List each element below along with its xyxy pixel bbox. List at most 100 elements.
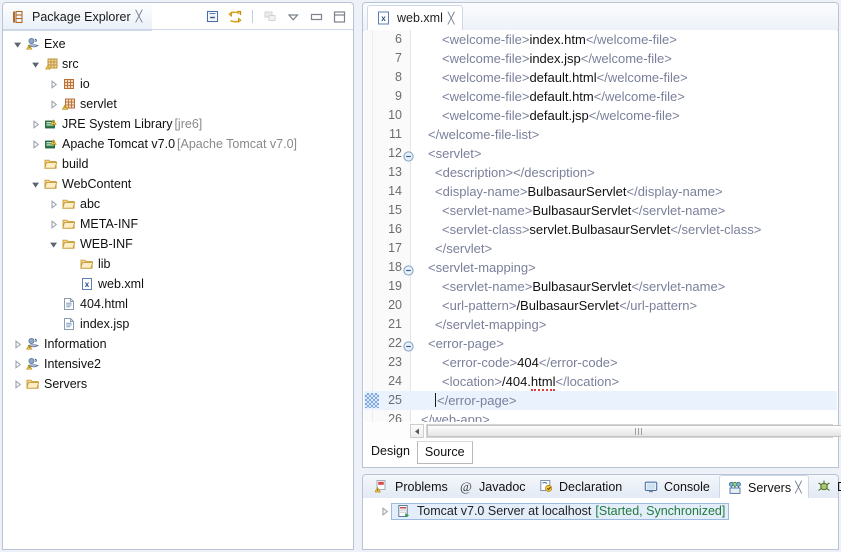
chevron-down-icon[interactable]: [11, 39, 24, 50]
scrollbar-thumb[interactable]: [427, 425, 841, 437]
chevron-right-icon[interactable]: [47, 199, 60, 210]
collapse-all-icon[interactable]: [204, 9, 220, 25]
code-line[interactable]: 25 </error-page>: [364, 391, 837, 410]
code-line[interactable]: 19 <servlet-name>BulbasaurServlet</servle…: [364, 277, 837, 296]
code-line[interactable]: 10 <welcome-file>default.jsp</welcome-fil…: [364, 106, 837, 125]
code-line[interactable]: 22 <error-page>: [364, 334, 837, 353]
maximize-icon[interactable]: [331, 9, 347, 25]
chevron-right-icon[interactable]: [29, 139, 42, 150]
tree-item-build[interactable]: build: [3, 154, 353, 174]
tree-item-servlet[interactable]: servlet: [3, 94, 353, 114]
tree-item-web-xml[interactable]: x web.xml: [3, 274, 353, 294]
bottom-view-stack: Problems @ Javadoc Declaration Console Server…: [362, 474, 841, 550]
tree-item-web-inf[interactable]: WEB-INF: [3, 234, 353, 254]
tree-item-io[interactable]: io: [3, 74, 353, 94]
tree-item-src[interactable]: src: [3, 54, 353, 74]
tab-web-xml[interactable]: x web.xml ╳: [367, 5, 464, 30]
view-menu-icon[interactable]: [285, 9, 301, 25]
code-line[interactable]: 12 <servlet>: [364, 144, 837, 163]
project-tree[interactable]: Exe src io servlet JRE System Library [jre6] A…: [3, 31, 353, 549]
tree-item-label: Intensive2: [44, 357, 101, 371]
package-explorer-toolbar: [204, 6, 347, 27]
fold-collapse-icon[interactable]: [403, 338, 414, 352]
tab-debug[interactable]: Debug: [809, 475, 841, 498]
editor-horizontal-scrollbar[interactable]: [364, 423, 841, 440]
xml-tag: </welcome-file>: [580, 51, 672, 66]
fold-collapse-icon[interactable]: [403, 262, 414, 276]
tree-item-lib[interactable]: lib: [3, 254, 353, 274]
code-line[interactable]: 18 <servlet-mapping>: [364, 258, 837, 277]
tab-package-explorer[interactable]: Package Explorer ╳: [3, 3, 153, 31]
tree-item-404-html[interactable]: 404.html: [3, 294, 353, 314]
chevron-right-icon[interactable]: [29, 119, 42, 130]
chevron-right-icon[interactable]: [378, 506, 391, 517]
servers-view-body[interactable]: Tomcat v7.0 Server at localhost [Started,…: [364, 498, 837, 548]
tree-item-suffix: [Apache Tomcat v7.0]: [177, 137, 298, 151]
code-lines[interactable]: 6 <welcome-file>index.htm</welcome-file> 7…: [364, 30, 837, 422]
code-line[interactable]: 17 </servlet>: [364, 239, 837, 258]
tree-item-meta-inf[interactable]: META-INF: [3, 214, 353, 234]
server-row[interactable]: Tomcat v7.0 Server at localhost [Started,…: [364, 502, 837, 520]
code-line[interactable]: 16 <servlet-class>servlet.BulbasaurServle…: [364, 220, 837, 239]
tab-declaration[interactable]: Declaration: [531, 475, 636, 498]
code-line[interactable]: 24 <location>/404.html</location>: [364, 372, 837, 391]
xml-editor: x web.xml ╳ 6 <welcome-file>index.htm</we…: [362, 2, 841, 468]
link-with-editor-icon[interactable]: [227, 9, 243, 25]
minimize-icon[interactable]: [308, 9, 324, 25]
chevron-down-icon[interactable]: [29, 59, 42, 70]
view-menu-disabled-icon: [262, 9, 278, 25]
chevron-down-icon[interactable]: [29, 179, 42, 190]
tab-problems[interactable]: Problems: [367, 475, 451, 498]
code-line[interactable]: 26 </web-app>: [364, 410, 837, 422]
tab-servers[interactable]: Servers ╳: [719, 475, 809, 499]
editor-view-tabs[interactable]: Design Source: [364, 441, 473, 464]
server-status: [Started, Synchronized]: [595, 504, 726, 518]
tab-console[interactable]: Console: [636, 475, 719, 498]
code-line[interactable]: 23 <error-code>404</error-code>: [364, 353, 837, 372]
tree-item-jre-system-library[interactable]: JRE System Library [jre6]: [3, 114, 353, 134]
chevron-right-icon[interactable]: [11, 359, 24, 370]
close-icon[interactable]: ╳: [136, 11, 143, 22]
line-number: 10: [388, 108, 402, 122]
tree-item-index-jsp[interactable]: index.jsp: [3, 314, 353, 334]
tree-item-abc[interactable]: abc: [3, 194, 353, 214]
source-code-area[interactable]: 6 <welcome-file>index.htm</welcome-file> 7…: [364, 30, 837, 422]
chevron-right-icon[interactable]: [47, 219, 60, 230]
close-icon[interactable]: ╳: [795, 482, 802, 493]
tree-item-servers[interactable]: Servers: [3, 374, 353, 394]
tree-item-webcontent[interactable]: WebContent: [3, 174, 353, 194]
code-line[interactable]: 8 <welcome-file>default.html</welcome-fil…: [364, 68, 837, 87]
code-line[interactable]: 9 <welcome-file>default.htm</welcome-file…: [364, 87, 837, 106]
chevron-right-icon[interactable]: [47, 79, 60, 90]
code-line[interactable]: 6 <welcome-file>index.htm</welcome-file>: [364, 30, 837, 49]
scrollbar-track[interactable]: [426, 424, 841, 438]
code-line[interactable]: 15 <servlet-name>BulbasaurServlet</servle…: [364, 201, 837, 220]
chevron-right-icon[interactable]: [11, 339, 24, 350]
close-icon[interactable]: ╳: [448, 13, 455, 24]
source-folder-icon: [42, 57, 60, 71]
text-caret: [435, 393, 436, 407]
code-line[interactable]: 21 </servlet-mapping>: [364, 315, 837, 334]
chevron-right-icon[interactable]: [11, 379, 24, 390]
xml-tag: </welcome-file-list>: [428, 127, 540, 142]
code-line[interactable]: 20 <url-pattern>/BulbasaurServlet</url-pa…: [364, 296, 837, 315]
chevron-down-icon[interactable]: [47, 239, 60, 250]
scroll-left-arrow-icon[interactable]: [410, 424, 424, 438]
editor-view-tab-design[interactable]: Design: [364, 441, 417, 462]
code-line[interactable]: 13 <description></description>: [364, 163, 837, 182]
tree-item-exe[interactable]: Exe: [3, 34, 353, 54]
code-line[interactable]: 14 <display-name>BulbasaurServlet</displa…: [364, 182, 837, 201]
fold-collapse-icon[interactable]: [403, 148, 414, 162]
tree-item-apache-tomcat-v7-0[interactable]: Apache Tomcat v7.0 [Apache Tomcat v7.0]: [3, 134, 353, 154]
eclipse-workbench: Package Explorer ╳ Exe src io servlet JR…: [0, 0, 841, 552]
server-row-content[interactable]: Tomcat v7.0 Server at localhost [Started,…: [391, 502, 730, 520]
chevron-right-icon[interactable]: [47, 99, 60, 110]
tab-javadoc[interactable]: @ Javadoc: [451, 475, 531, 498]
bottom-tabbar[interactable]: Problems @ Javadoc Declaration Console Server…: [363, 475, 841, 499]
code-line[interactable]: 11 </welcome-file-list>: [364, 125, 837, 144]
editor-view-tab-source[interactable]: Source: [416, 441, 473, 464]
code-text: <servlet-class>servlet.BulbasaurServlet<…: [442, 220, 761, 239]
tree-item-intensive2[interactable]: Intensive2: [3, 354, 353, 374]
tree-item-information[interactable]: Information: [3, 334, 353, 354]
code-line[interactable]: 7 <welcome-file>index.jsp</welcome-file>: [364, 49, 837, 68]
